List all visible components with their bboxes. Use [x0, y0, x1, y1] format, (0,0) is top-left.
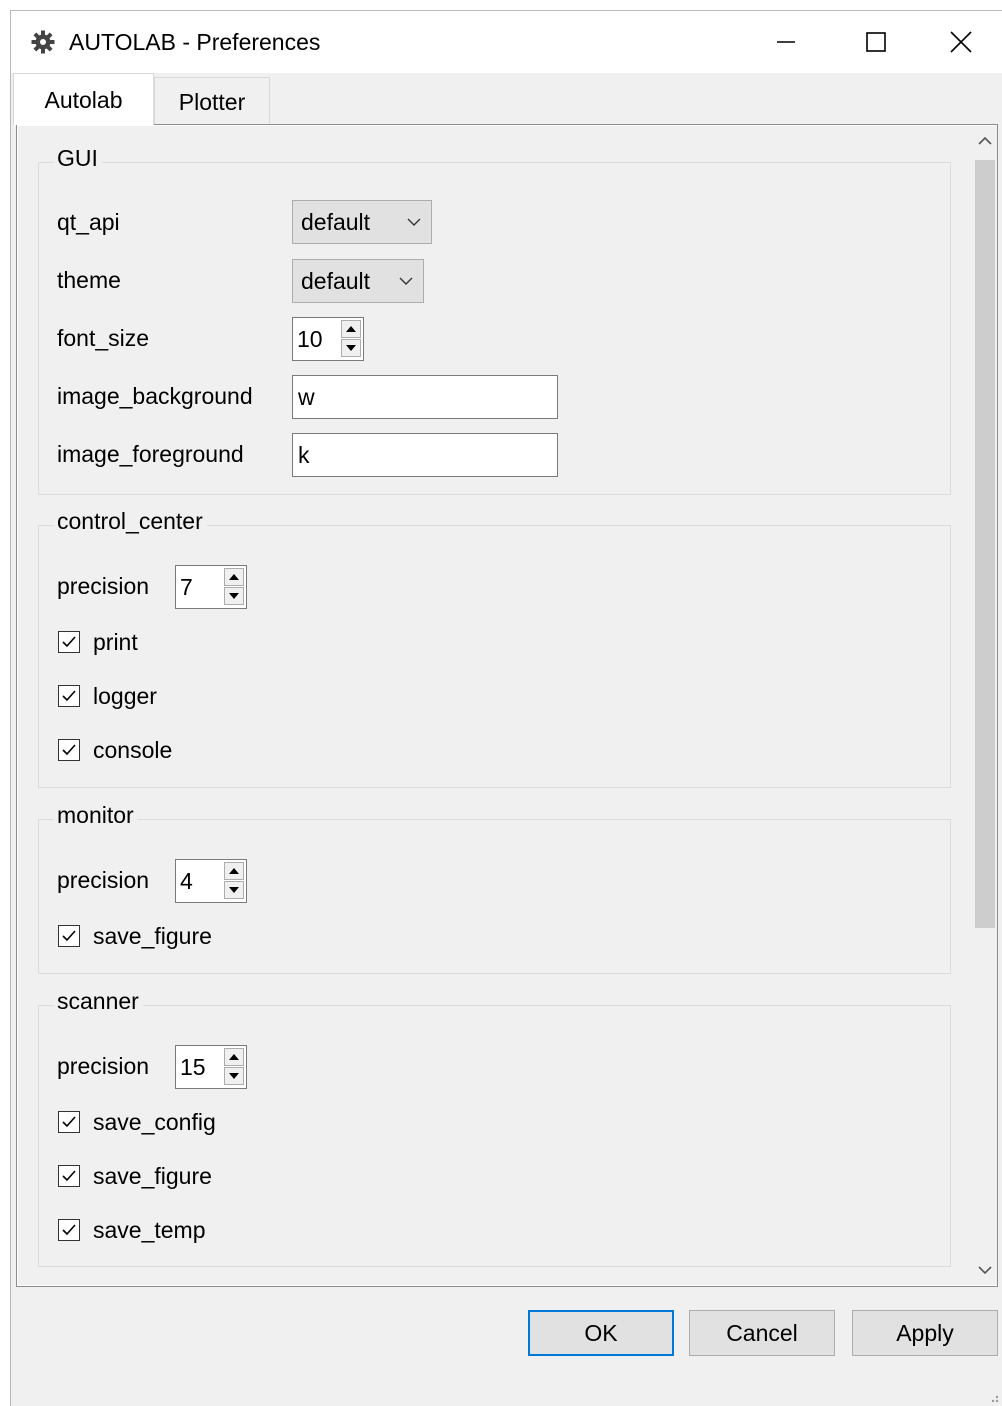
chevron-down-icon [407, 218, 421, 226]
title-bar[interactable]: AUTOLAB - Preferences [11, 11, 1002, 73]
save-temp-label: save_temp [93, 1217, 206, 1243]
image-foreground-value: k [298, 441, 310, 468]
precision-value: 4 [180, 868, 193, 894]
window-title: AUTOLAB - Preferences [69, 29, 321, 55]
arrow-down-icon [229, 887, 239, 893]
spin-down-button[interactable] [224, 587, 244, 605]
chevron-down-icon [399, 277, 413, 285]
font-size-spinbox[interactable]: 10 [292, 317, 364, 361]
maximize-button[interactable] [831, 11, 921, 73]
scanner-save-figure-checkbox[interactable]: save_figure [58, 1161, 212, 1191]
save-figure-label: save_figure [93, 923, 212, 949]
minimize-icon [777, 41, 795, 43]
scroll-area: GUI qt_api default theme default font_si… [18, 126, 973, 1285]
checkmark-icon [58, 1165, 80, 1187]
console-label: console [93, 737, 173, 763]
logger-label: logger [93, 683, 157, 709]
image-foreground-input[interactable]: k [292, 433, 558, 477]
qt-api-combo[interactable]: default [292, 200, 432, 244]
checkmark-icon [58, 739, 80, 761]
theme-combo[interactable]: default [292, 259, 424, 303]
precision-label: precision [57, 573, 150, 599]
save-figure-label: save_figure [93, 1163, 212, 1189]
arrow-down-icon [229, 593, 239, 599]
precision-label: precision [57, 1053, 150, 1079]
precision-value: 7 [180, 574, 193, 600]
cancel-button[interactable]: Cancel [689, 1310, 835, 1356]
qt-api-value: default [301, 208, 371, 235]
scanner-precision-spinbox[interactable]: 15 [175, 1045, 247, 1089]
scroll-down-button[interactable] [973, 1255, 997, 1285]
arrow-up-icon [229, 1054, 239, 1060]
checkmark-icon [58, 1111, 80, 1133]
theme-value: default [301, 267, 371, 294]
checkmark-icon [58, 1219, 80, 1241]
checkmark-icon [58, 685, 80, 707]
arrow-up-icon [346, 326, 356, 332]
group-gui: GUI qt_api default theme default font_si… [38, 143, 951, 495]
logger-checkbox[interactable]: logger [58, 681, 157, 711]
qt-api-label: qt_api [57, 209, 120, 235]
checkmark-icon [58, 631, 80, 653]
vertical-scrollbar[interactable] [973, 126, 997, 1285]
image-background-input[interactable]: w [292, 375, 558, 419]
spin-up-button[interactable] [224, 1048, 244, 1066]
control-center-precision-spinbox[interactable]: 7 [175, 565, 247, 609]
chevron-down-icon [978, 1266, 992, 1275]
font-size-label: font_size [57, 325, 150, 351]
monitor-precision-spinbox[interactable]: 4 [175, 859, 247, 903]
group-title-scanner: scanner [53, 986, 143, 1016]
save-temp-checkbox[interactable]: save_temp [58, 1215, 206, 1245]
minimize-button[interactable] [741, 11, 831, 73]
spin-up-button[interactable] [341, 320, 361, 338]
save-config-label: save_config [93, 1109, 216, 1135]
apply-button[interactable]: Apply [852, 1310, 998, 1356]
group-title-monitor: monitor [53, 800, 138, 830]
ok-button[interactable]: OK [528, 1310, 674, 1356]
close-icon [950, 31, 972, 53]
print-label: print [93, 629, 138, 655]
spin-up-button[interactable] [224, 862, 244, 880]
spin-down-button[interactable] [224, 1067, 244, 1085]
resize-grip-icon[interactable] [986, 1390, 1000, 1404]
theme-label: theme [57, 267, 121, 293]
image-background-label: image_background [57, 383, 253, 409]
save-config-checkbox[interactable]: save_config [58, 1107, 216, 1137]
precision-label: precision [57, 867, 150, 893]
arrow-down-icon [346, 345, 356, 351]
image-foreground-label: image_foreground [57, 441, 244, 467]
scroll-up-button[interactable] [973, 126, 997, 156]
spin-down-button[interactable] [224, 881, 244, 899]
monitor-save-figure-checkbox[interactable]: save_figure [58, 921, 212, 951]
tab-plotter[interactable]: Plotter [154, 77, 270, 125]
chevron-up-icon [978, 136, 992, 145]
scrollbar-thumb[interactable] [975, 160, 995, 928]
console-checkbox[interactable]: console [58, 735, 172, 765]
group-control-center: control_center precision 7 print logger [38, 506, 951, 788]
close-button[interactable] [920, 11, 1002, 73]
font-size-value: 10 [297, 326, 323, 352]
group-title-gui: GUI [53, 143, 102, 173]
arrow-up-icon [229, 868, 239, 874]
preferences-window: AUTOLAB - Preferences Autolab Plotter GU… [10, 10, 1002, 1406]
gear-icon [31, 30, 55, 54]
spin-down-button[interactable] [341, 339, 361, 357]
spin-up-button[interactable] [224, 568, 244, 586]
group-title-control-center: control_center [53, 506, 207, 536]
precision-value: 15 [180, 1054, 206, 1080]
image-background-value: w [298, 383, 315, 410]
tab-autolab[interactable]: Autolab [13, 73, 154, 125]
group-monitor: monitor precision 4 save_figure [38, 800, 951, 974]
print-checkbox[interactable]: print [58, 627, 138, 657]
maximize-icon [866, 32, 886, 52]
tab-panel: GUI qt_api default theme default font_si… [16, 124, 998, 1287]
arrow-down-icon [229, 1073, 239, 1079]
checkmark-icon [58, 925, 80, 947]
group-scanner: scanner precision 15 save_config save_fi… [38, 986, 951, 1267]
arrow-up-icon [229, 574, 239, 580]
